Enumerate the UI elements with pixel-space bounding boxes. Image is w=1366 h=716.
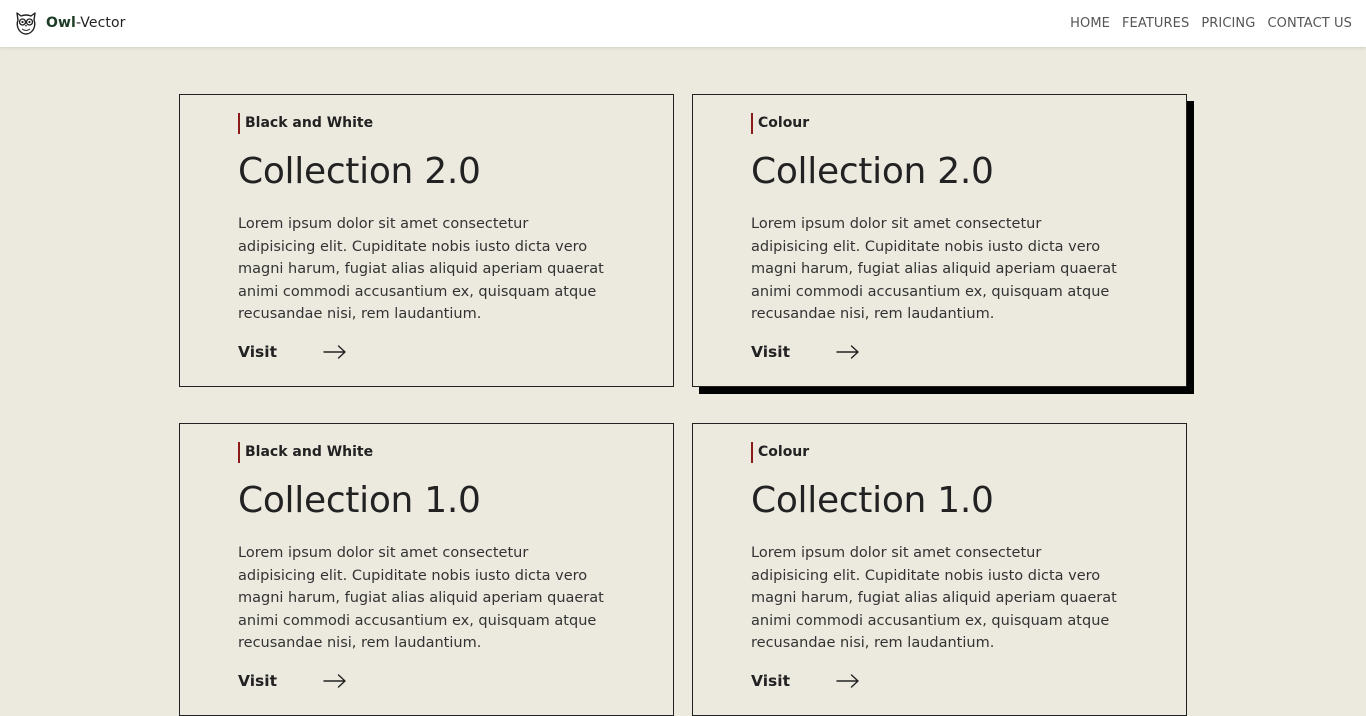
collection-card: Black and White Collection 2.0 Lorem ips…	[179, 94, 674, 387]
collection-card: Colour Collection 1.0 Lorem ipsum dolor …	[692, 423, 1187, 716]
arrow-right-icon	[836, 345, 859, 359]
visit-link[interactable]: Visit	[238, 343, 347, 361]
brand-name: Owl-Vector	[46, 15, 125, 31]
card-description: Lorem ipsum dolor sit amet consectetur a…	[238, 545, 604, 652]
navbar: Owl-Vector HOME FEATURES PRICING CONTACT…	[0, 0, 1366, 47]
nav-links: HOME FEATURES PRICING CONTACT US	[1058, 0, 1352, 47]
card-title: Collection 2.0	[751, 151, 994, 192]
visit-link[interactable]: Visit	[238, 672, 347, 690]
collection-card: Black and White Collection 1.0 Lorem ips…	[179, 423, 674, 716]
nav-link-pricing[interactable]: PRICING	[1201, 16, 1255, 31]
card-title: Collection 2.0	[238, 151, 481, 192]
card-tag: Colour	[751, 442, 809, 463]
arrow-right-icon	[323, 674, 346, 688]
nav-link-features[interactable]: FEATURES	[1122, 16, 1189, 31]
card-description: Lorem ipsum dolor sit amet consectetur a…	[751, 545, 1117, 652]
brand-logo-link[interactable]: Owl-Vector	[14, 9, 125, 37]
card-description: Lorem ipsum dolor sit amet consectetur a…	[238, 216, 604, 323]
card-title: Collection 1.0	[238, 480, 481, 521]
visit-label: Visit	[238, 343, 277, 361]
card-tag: Black and White	[238, 442, 373, 463]
card-title: Collection 1.0	[751, 480, 994, 521]
visit-label: Visit	[751, 672, 790, 690]
nav-link-contact-us[interactable]: CONTACT US	[1267, 16, 1352, 31]
collection-card: Colour Collection 2.0 Lorem ipsum dolor …	[692, 94, 1187, 387]
card-tag: Colour	[751, 113, 809, 134]
owl-icon	[16, 12, 36, 35]
visit-link[interactable]: Visit	[751, 672, 860, 690]
visit-label: Visit	[238, 672, 277, 690]
brand-name-rest: -Vector	[75, 15, 126, 31]
visit-link[interactable]: Visit	[751, 343, 860, 361]
brand-name-strong: Owl	[46, 15, 76, 31]
nav-link-home[interactable]: HOME	[1070, 16, 1110, 31]
card-tag: Black and White	[238, 113, 373, 134]
arrow-right-icon	[836, 674, 859, 688]
visit-label: Visit	[751, 343, 790, 361]
arrow-right-icon	[323, 345, 346, 359]
card-description: Lorem ipsum dolor sit amet consectetur a…	[751, 216, 1117, 323]
